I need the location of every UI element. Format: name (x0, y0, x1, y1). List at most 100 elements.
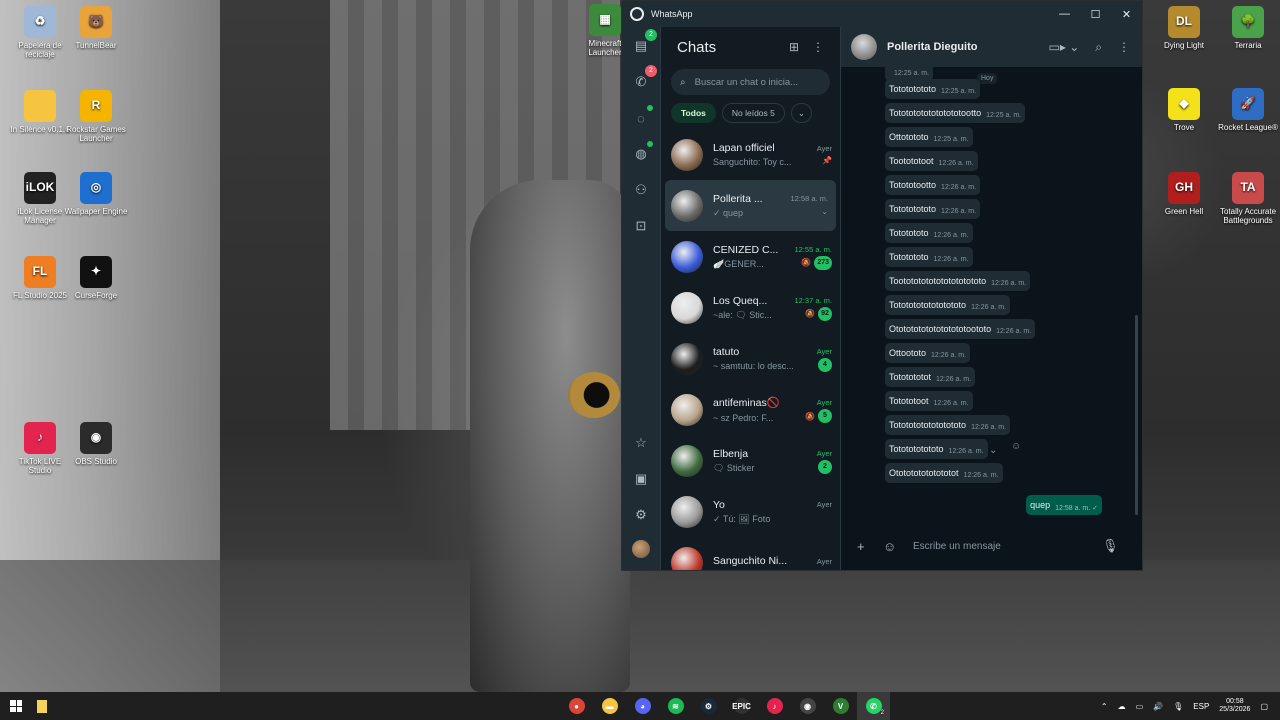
menu-icon[interactable]: ⋮ (806, 40, 830, 54)
unread-count-badge: 273 (814, 255, 832, 270)
attach-plus-icon[interactable]: + (857, 539, 883, 554)
desktop-shortcut[interactable]: FL FL Studio 2025 (8, 256, 72, 300)
chat-list-item[interactable]: Lapan officiel Ayer Sanguchito: Toy c... 📌 (661, 129, 840, 180)
taskbar-app-button[interactable]: ⚙ (692, 692, 725, 720)
filter-all-chip[interactable]: Todos (671, 103, 716, 123)
status-nav-button[interactable]: ◌ (630, 105, 653, 129)
maximize-button[interactable]: ☐ (1080, 1, 1111, 27)
desktop-shortcut[interactable]: ◆ Trove (1152, 88, 1216, 132)
message-input[interactable]: Escribe un mensaje (909, 541, 1102, 552)
outgoing-message[interactable]: quep 12:58 a. m. ✓ (1026, 495, 1102, 515)
filter-unread-chip[interactable]: No leídos 5 (721, 103, 785, 123)
desktop-shortcut[interactable]: TA Totally Accurate Battlegrounds (1216, 172, 1280, 225)
chat-list-item[interactable]: Elbenja Ayer 🗨 Sticker 2 (661, 435, 840, 486)
incoming-message[interactable]: Totototototo 12:25 a. m. (885, 79, 981, 99)
incoming-message[interactable]: Totototoot 12:26 a. m. (885, 391, 973, 411)
incoming-message[interactable]: Tootototoot 12:26 a. m. (885, 151, 978, 171)
chat-menu-icon[interactable]: ⋮ (1118, 40, 1130, 54)
filter-more-chip[interactable]: ⌄ (790, 103, 812, 123)
chat-item-body: Elbenja Ayer 🗨 Sticker 2 (713, 448, 832, 474)
calls-nav-button[interactable]: ✆ 2 (630, 65, 657, 93)
incoming-message[interactable]: Totototototototototootto 12:25 a. m. (885, 103, 1026, 123)
taskbar-app-button[interactable]: ≋ (659, 692, 692, 720)
taskbar-app-button[interactable]: ▬ (593, 692, 626, 720)
desktop-shortcut[interactable]: R Rockstar Games Launcher (64, 90, 128, 143)
sticker-icon[interactable]: ☺ (883, 539, 909, 554)
cloud-icon[interactable]: ☁ (1118, 702, 1126, 711)
minimize-button[interactable]: — (1049, 1, 1080, 27)
contact-name[interactable]: Pollerita Dieguito (887, 41, 1033, 53)
chevron-down-icon[interactable]: ⌄ (821, 207, 828, 216)
microphone-icon[interactable]: 🎙 (1102, 538, 1128, 554)
search-chat-icon[interactable]: ⌕ (1095, 40, 1102, 55)
start-button[interactable] (0, 692, 32, 720)
microphone-tray-icon[interactable]: 🎙 (1173, 702, 1183, 711)
incoming-message[interactable]: Totototototototototo 12:26 a. m. (885, 295, 1011, 315)
chat-list-item[interactable]: CENIZED C... 12:55 a. m. 🪽GENER... 🔕 273 (661, 231, 840, 282)
desktop-shortcut[interactable]: DL Dying Light (1152, 6, 1216, 50)
desktop-shortcut[interactable]: ✦ CurseForge (64, 256, 128, 300)
incoming-message[interactable]: Ottoototo 12:26 a. m. (885, 343, 971, 363)
incoming-message[interactable]: Totototootto 12:26 a. m. (885, 175, 981, 195)
search-input[interactable]: ⌕ Buscar un chat o inicia... (671, 69, 830, 95)
taskbar-app-button[interactable]: ✆ 2 (857, 692, 890, 720)
incoming-message[interactable]: Tototototo 12:26 a. m. (885, 247, 973, 267)
taskbar-app-button[interactable]: ◉ (791, 692, 824, 720)
chat-list-item[interactable]: antifeminas🚫 Ayer ~ sz Pedro: F... 🔕 5 (661, 384, 840, 435)
incoming-message[interactable]: Ottotototo 12:25 a. m. (885, 127, 973, 147)
desktop-shortcut[interactable]: ◉ OBS Studio (64, 422, 128, 466)
message-scrollbar[interactable] (1135, 315, 1138, 515)
channels-nav-button[interactable]: ◍ (630, 141, 653, 165)
incoming-message[interactable]: Tootototototototototototo 12:26 a. m. (885, 271, 1031, 291)
window-titlebar[interactable]: WhatsApp — ☐ ✕ (622, 1, 1142, 27)
incoming-message[interactable]: Ototototototototototoototo 12:26 a. m. (885, 319, 1036, 339)
taskbar-app-button[interactable]: ♪ (758, 692, 791, 720)
contact-avatar[interactable] (851, 34, 877, 60)
chat-list-item[interactable]: Yo Ayer ✓ Tú: 🖼 Foto (661, 486, 840, 537)
file-icon[interactable] (32, 692, 52, 720)
desktop-shortcut[interactable]: ♻ Papelera de reciclaje (8, 6, 72, 59)
taskbar-app-button[interactable]: V (824, 692, 857, 720)
incoming-message[interactable]: Totototototototototo 12:26 a. m. (885, 415, 1011, 435)
media-nav-button[interactable]: ▣ (630, 468, 652, 490)
close-button[interactable]: ✕ (1111, 1, 1142, 27)
emoji-reaction-icon[interactable]: ☺ (1011, 441, 1021, 452)
incoming-message[interactable]: Tototototototo 12:26 a. m. (885, 439, 988, 459)
chat-list-item[interactable]: Los Queq... 12:37 a. m. ~ale: 🗨 Stic... 🔕 92 (661, 282, 840, 333)
taskbar-app-button[interactable]: EPIC (725, 692, 758, 720)
desktop-shortcut[interactable]: 🐻 TunnelBear (64, 6, 128, 50)
desktop-shortcut[interactable]: GH Green Hell (1152, 172, 1216, 216)
desktop-shortcut[interactable]: ♪ TikTok LIVE Studio (8, 422, 72, 475)
profile-avatar[interactable] (632, 540, 650, 558)
window-title: WhatsApp (651, 9, 693, 19)
volume-icon[interactable]: 🔊 (1153, 702, 1163, 711)
incoming-message[interactable]: Totototototo 12:26 a. m. (885, 199, 981, 219)
notifications-icon[interactable]: ▢ (1260, 702, 1268, 711)
clock[interactable]: 00:58 25/3/2026 (1219, 698, 1250, 715)
chats-nav-button[interactable]: ▤ 2 (630, 29, 657, 57)
desktop-shortcut[interactable]: 🌳 Terraria (1216, 6, 1280, 50)
desktop-shortcut[interactable]: ◎ Wallpaper Engine (64, 172, 128, 216)
desktop-shortcut[interactable]: iLOK iLok License Manager (8, 172, 72, 225)
starred-nav-button[interactable]: ☆ (630, 432, 652, 454)
chat-list-item[interactable]: Sanguchito Ni... Ayer (661, 537, 840, 570)
network-icon[interactable]: ▭ (1136, 702, 1144, 711)
incoming-message[interactable]: Ototototototototot 12:26 a. m. (885, 463, 1003, 483)
new-chat-icon[interactable]: ⊞ (782, 40, 806, 54)
chevron-down-icon[interactable]: ⌄ (989, 445, 997, 456)
incoming-message[interactable]: Tototototo 12:26 a. m. (885, 223, 973, 243)
chat-list-item[interactable]: tatuto Ayer ~ samtutu: lo desc... 4 (661, 333, 840, 384)
desktop-shortcut[interactable]: 🚀 Rocket League® (1216, 88, 1280, 132)
desktop-shortcut[interactable]: In Silence v0.1.6 (8, 90, 72, 134)
chevron-up-icon[interactable]: ⌃ (1101, 702, 1108, 711)
taskbar-app-button[interactable]: ◕ (626, 692, 659, 720)
conversation-header[interactable]: Pollerita Dieguito ▭▸ ⌄ ⌕ ⋮ (841, 27, 1142, 67)
settings-nav-button[interactable]: ⚙ (630, 504, 652, 526)
chat-list-item[interactable]: Pollerita ... 12:58 a. m. ✓ quep ⌄ (665, 180, 836, 231)
taskbar-app-button[interactable]: ● (560, 692, 593, 720)
language-indicator[interactable]: ESP (1193, 702, 1209, 711)
communities-nav-button[interactable]: ⚇ (630, 179, 652, 201)
archive-nav-button[interactable]: ⊡ (630, 215, 652, 237)
incoming-message[interactable]: Tototototot 12:26 a. m. (885, 367, 976, 387)
video-call-icon[interactable]: ▭▸ ⌄ (1049, 40, 1080, 54)
